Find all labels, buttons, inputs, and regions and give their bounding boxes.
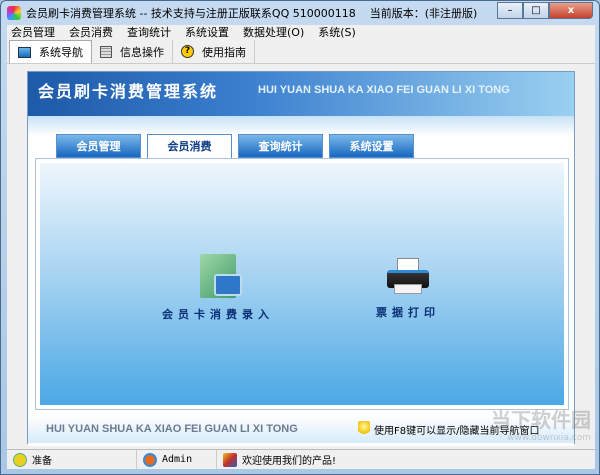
tab-query-stats[interactable]: 查询统计 (238, 134, 323, 158)
toolbar-label: 使用指南 (202, 45, 246, 59)
status-text: Admin (162, 454, 193, 465)
lightbulb-icon (358, 421, 370, 437)
maximize-button[interactable]: □ (523, 2, 549, 19)
consume-entry-button[interactable]: 会员卡消费录入 (148, 254, 288, 322)
help-icon: ? (181, 45, 194, 58)
product-icon (223, 452, 237, 467)
footer-brand: HUI YUAN SHUA KA XIAO FEI GUAN LI XI TON… (46, 423, 298, 435)
ready-icon (13, 452, 27, 467)
status-text: 欢迎使用我们的产品! (242, 456, 337, 467)
menu-data-processing[interactable]: 数据处理(O) (243, 25, 304, 40)
menu-bar: 会员管理 会员消费 查询统计 系统设置 数据处理(O) 系统(S) (7, 25, 595, 40)
title-bar: 会员刷卡消费管理系统 -- 技术支持与注册正版联系QQ 510000118 当前… (7, 5, 477, 21)
grid-icon (100, 45, 112, 58)
menu-system-settings[interactable]: 系统设置 (185, 25, 229, 40)
nav-icon (18, 46, 31, 58)
close-button[interactable]: x (549, 2, 593, 19)
action-label: 票据打印 (376, 306, 440, 319)
toolbar-system-nav[interactable]: 系统导航 (9, 40, 92, 63)
tab-member-manage[interactable]: 会员管理 (56, 134, 141, 158)
status-welcome: 欢迎使用我们的产品! (217, 450, 595, 469)
status-bar: 准备 Admin 欢迎使用我们的产品! (7, 449, 595, 469)
banner-title: 会员刷卡消费管理系统 (38, 82, 219, 101)
toolbar-user-guide[interactable]: ? 使用指南 (173, 40, 255, 63)
menu-member-consume[interactable]: 会员消费 (69, 25, 113, 40)
minimize-button[interactable]: – (497, 2, 523, 19)
folder-icon (200, 254, 242, 298)
window-title: 会员刷卡消费管理系统 -- 技术支持与注册正版联系QQ 510000118 当前… (26, 7, 478, 20)
status-text: 准备 (32, 456, 52, 467)
menu-member-manage[interactable]: 会员管理 (11, 25, 55, 40)
menu-system[interactable]: 系统(S) (318, 25, 356, 40)
nav-tabs: 会员管理 会员消费 查询统计 系统设置 (56, 134, 414, 159)
user-icon (143, 452, 157, 467)
action-label: 会员卡消费录入 (162, 308, 274, 321)
toolbar-info-ops[interactable]: 信息操作 (92, 40, 173, 63)
menu-query-stats[interactable]: 查询统计 (127, 25, 171, 40)
watermark: 当下软件园 www.downxia.com (491, 410, 591, 447)
app-window: 会员刷卡消费管理系统 -- 技术支持与注册正版联系QQ 510000118 当前… (0, 0, 600, 475)
banner-subtitle: HUI YUAN SHUA KA XIAO FEI GUAN LI XI TON… (258, 84, 510, 96)
printer-icon (387, 258, 429, 296)
status-user: Admin (137, 450, 217, 469)
tab-member-consume[interactable]: 会员消费 (147, 134, 232, 159)
navigation-panel: 会员刷卡消费管理系统 HUI YUAN SHUA KA XIAO FEI GUA… (27, 71, 575, 446)
receipt-print-button[interactable]: 票据打印 (358, 252, 458, 320)
tab-system-settings[interactable]: 系统设置 (329, 134, 414, 158)
toolbar: 系统导航 信息操作 ? 使用指南 (7, 40, 595, 64)
status-ready: 准备 (7, 450, 137, 469)
app-icon (7, 6, 21, 20)
banner: 会员刷卡消费管理系统 HUI YUAN SHUA KA XIAO FEI GUA… (28, 72, 574, 116)
toolbar-label: 系统导航 (39, 46, 83, 59)
toolbar-label: 信息操作 (120, 45, 164, 59)
tab-content (35, 158, 569, 410)
